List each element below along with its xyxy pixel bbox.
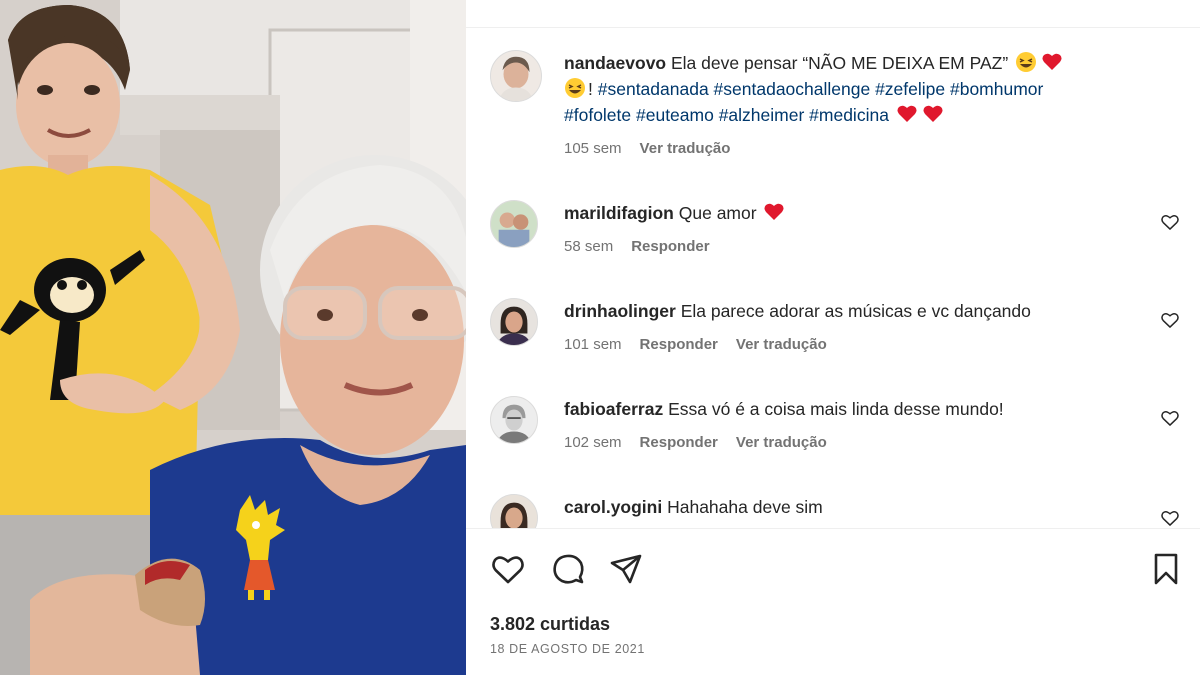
like-comment-heart-icon[interactable] — [1160, 212, 1180, 232]
caption-meta: 105 sem Ver tradução — [564, 136, 1154, 162]
like-comment-heart-icon[interactable] — [1160, 310, 1180, 330]
comments-section[interactable]: nandaevovo Ela deve pensar “NÃO ME DEIXA… — [466, 28, 1200, 528]
reply-button[interactable]: Responder — [640, 332, 718, 358]
grinning-squinting-emoji-icon — [1015, 51, 1037, 73]
red-heart-emoji-icon — [1041, 51, 1063, 73]
post-panel: nandaevovo Ela deve pensar “NÃO ME DEIXA… — [466, 0, 1200, 675]
caption-username[interactable]: nandaevovo — [564, 53, 666, 73]
hashtags[interactable]: #fofolete #euteamo #alzheimer #medicina — [564, 105, 889, 125]
comment-username[interactable]: marildifagion — [564, 203, 674, 223]
comment-text: Hahahaha deve sim — [667, 497, 823, 517]
grinning-squinting-emoji-icon — [564, 77, 586, 99]
heart-outline-icon[interactable] — [490, 551, 526, 587]
comment-username[interactable]: fabioaferraz — [564, 399, 663, 419]
video-frame — [0, 0, 466, 675]
red-heart-emoji-icon — [922, 103, 944, 125]
avatar[interactable] — [490, 494, 538, 528]
caption-body: nandaevovo Ela deve pensar “NÃO ME DEIXA… — [564, 50, 1154, 162]
header-divider — [466, 0, 1200, 28]
red-heart-emoji-icon — [896, 103, 918, 125]
post-date: 18 DE AGOSTO DE 2021 — [490, 642, 645, 656]
comment-body: marildifagion Que amor 58 sem Responder — [564, 200, 1154, 260]
comment-text: Essa vó é a coisa mais linda desse mundo… — [668, 399, 1004, 419]
comment-bubble-icon[interactable] — [550, 551, 586, 587]
avatar[interactable] — [490, 200, 538, 248]
bookmark-icon[interactable] — [1148, 551, 1184, 587]
avatar[interactable] — [490, 298, 538, 346]
reply-button[interactable]: Responder — [631, 234, 709, 260]
comment-time[interactable]: 101 sem — [564, 332, 622, 358]
comment-username[interactable]: carol.yogini — [564, 497, 662, 517]
caption-time[interactable]: 105 sem — [564, 136, 622, 162]
reply-button[interactable]: Responder — [640, 430, 718, 456]
comment-body: drinhaolinger Ela parece adorar as músic… — [564, 298, 1154, 358]
caption-text: Ela deve pensar “NÃO ME DEIXA EM PAZ” — [671, 53, 1009, 73]
like-comment-heart-icon[interactable] — [1160, 408, 1180, 428]
comment-time[interactable]: 102 sem — [564, 430, 622, 456]
likes-count[interactable]: 3.802 curtidas — [490, 614, 610, 635]
comment-meta: 58 sem Responder — [564, 234, 1154, 260]
comment-time[interactable]: 58 sem — [564, 234, 613, 260]
post-video[interactable] — [0, 0, 466, 675]
comment-text: Ela parece adorar as músicas e vc dançan… — [680, 301, 1031, 321]
paper-plane-icon[interactable] — [608, 551, 644, 587]
comment-text: Que amor — [678, 203, 757, 223]
hashtags[interactable]: #sentadanada #sentadaochallenge #zefelip… — [598, 79, 1044, 99]
red-heart-emoji-icon — [763, 201, 785, 223]
comment-body: fabioaferraz Essa vó é a coisa mais lind… — [564, 396, 1154, 456]
like-comment-heart-icon[interactable] — [1160, 508, 1180, 528]
caption-exclamation: ! — [588, 79, 593, 99]
see-translation-link[interactable]: Ver tradução — [640, 136, 731, 162]
avatar[interactable] — [490, 396, 538, 444]
post-actions: 3.802 curtidas 18 DE AGOSTO DE 2021 — [466, 528, 1200, 675]
comment-meta: 101 sem Responder Ver tradução — [564, 332, 1154, 358]
see-translation-link[interactable]: Ver tradução — [736, 430, 827, 456]
comment-username[interactable]: drinhaolinger — [564, 301, 676, 321]
avatar[interactable] — [490, 50, 542, 102]
comment-body: carol.yogini Hahahaha deve sim — [564, 494, 1154, 520]
see-translation-link[interactable]: Ver tradução — [736, 332, 827, 358]
comment-meta: 102 sem Responder Ver tradução — [564, 430, 1154, 456]
